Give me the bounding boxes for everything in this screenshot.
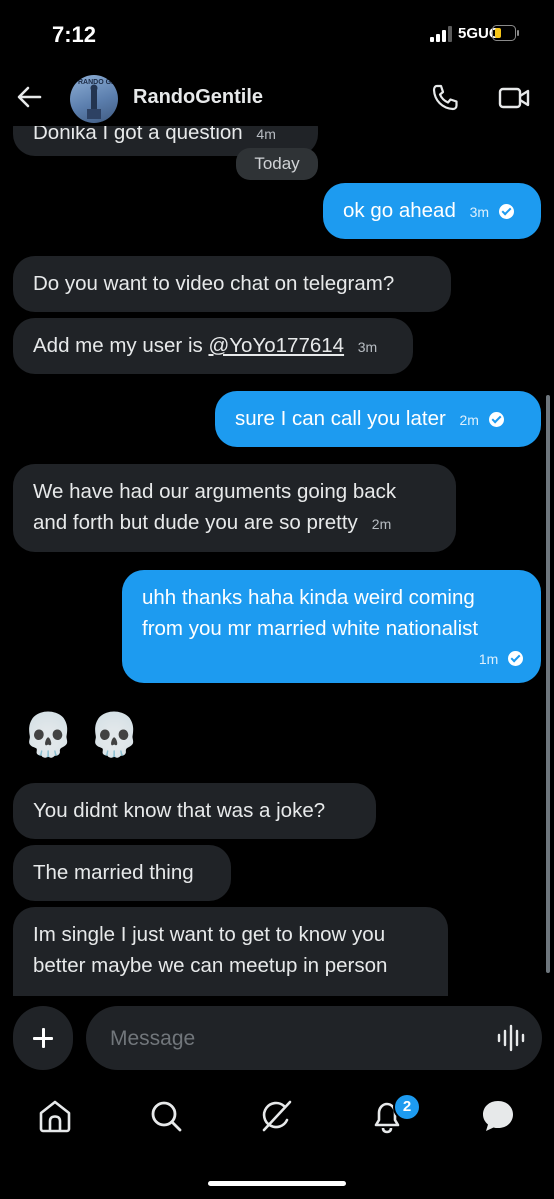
grok-icon[interactable] [256,1096,296,1136]
message-text: You didnt know that was a joke? [33,799,326,822]
notifications-badge: 2 [393,1093,421,1121]
message-incoming[interactable]: The married thing [13,845,231,901]
statue-icon [87,84,101,119]
message-text-line: Im single I just want to get to know you [33,923,386,946]
battery-icon [492,25,519,41]
telegram-username-link[interactable]: @YoYo177614 [208,334,344,357]
message-text-line: uhh thanks haha kinda weird coming [142,586,475,609]
message-text: ok go ahead [343,199,456,222]
message-text-line: better maybe we can meetup in person [33,954,388,977]
message-outgoing[interactable]: uhh thanks haha kinda weird coming from … [122,570,541,683]
phone-icon[interactable] [430,83,460,113]
avatar[interactable]: RANDO GE [70,75,118,123]
date-separator: Today [236,148,318,180]
message-text: Do you want to video chat on telegram? [33,272,395,295]
bottom-navigation: 2 [0,1082,554,1152]
video-call-icon[interactable] [498,84,530,112]
status-time: 7:12 [52,22,97,47]
contact-name[interactable]: RandoGentile [133,86,263,109]
message-time: 2m [371,516,392,532]
message-time: 4m [256,126,276,142]
messages-icon[interactable] [478,1096,518,1136]
message-incoming[interactable]: Do you want to video chat on telegram? [13,256,451,312]
message-incoming[interactable]: We have had our arguments going back and… [13,464,456,552]
add-attachment-button[interactable] [13,1006,73,1070]
message-text-line: and forth but dude you are so pretty [33,511,358,534]
message-field[interactable] [86,1006,542,1070]
message-incoming[interactable]: Im single I just want to get to know you… [13,907,448,996]
message-incoming[interactable]: Add me my user is @YoYo177614 3m [13,318,413,374]
message-outgoing[interactable]: sure I can call you later 2m [215,391,541,447]
message-input[interactable] [108,1024,472,1054]
message-time: 3m [469,204,490,220]
message-emoji[interactable]: 💀💀 [22,711,155,760]
message-time: 1m [478,651,499,667]
scrollbar[interactable] [546,395,550,973]
message-list[interactable]: Donika I got a question 4m Today ok go a… [0,126,554,996]
message-text: Add me my user is [33,334,209,357]
message-time: 2m [459,412,479,428]
read-receipt-icon [508,651,523,666]
message-text: Donika I got a question [33,126,243,144]
back-arrow-icon[interactable] [14,82,44,112]
conversation-header: RANDO GE RandoGentile [0,70,554,126]
message-text-line: We have had our arguments going back [33,480,397,503]
message-time: 3m [357,339,378,355]
voice-message-icon[interactable] [496,1024,526,1052]
read-receipt-icon [488,412,504,427]
signal-icon [430,26,452,42]
search-icon[interactable] [146,1096,186,1136]
message-text: sure I can call you later [235,407,446,430]
read-receipt-icon [498,204,514,219]
message-text: The married thing [33,861,194,884]
message-text-line: from you mr married white nationalist [142,617,479,640]
message-incoming[interactable]: You didnt know that was a joke? [13,783,376,839]
home-indicator[interactable] [208,1181,346,1186]
message-outgoing[interactable]: ok go ahead 3m [323,183,541,239]
home-icon[interactable] [35,1096,75,1136]
status-bar: 7:12 5GUC [0,0,554,70]
composer [0,1006,554,1072]
